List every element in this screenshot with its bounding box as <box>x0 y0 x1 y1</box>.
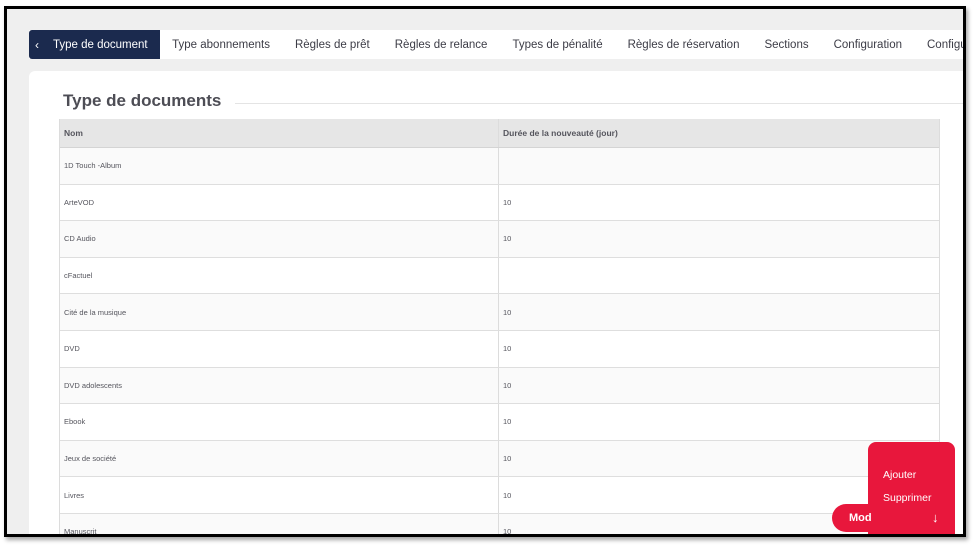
title-divider <box>235 103 963 104</box>
cell-nom: ArteVOD <box>60 184 499 221</box>
cell-nom: Livres <box>60 477 499 513</box>
table-row[interactable]: Livres 10 <box>60 477 939 514</box>
tab-label: Types de pénalité <box>512 38 603 51</box>
menu-item-ajouter[interactable]: Ajouter <box>883 469 916 481</box>
modify-button-label: Mod <box>849 512 872 524</box>
cell-nom: Jeux de société <box>60 440 499 477</box>
tab-regles-de-reservation[interactable]: Règles de réservation <box>615 30 752 59</box>
table-row[interactable]: ArteVOD 10 <box>60 184 939 222</box>
tab-configuration[interactable]: Configuration <box>821 30 914 59</box>
tab-label: Type de document <box>53 38 148 51</box>
cell-nom: CD Audio <box>60 221 499 257</box>
table-row[interactable]: cFactuel <box>60 257 939 295</box>
cell-duree: 10 <box>503 197 512 207</box>
cell-nom: Manuscrit <box>60 513 499 534</box>
cell-duree <box>499 258 939 294</box>
table-row[interactable]: CD Audio 10 <box>60 221 939 258</box>
cell-nom: Ebook <box>60 404 499 440</box>
cell-nom: Cité de la musique <box>60 294 499 330</box>
tab-regles-de-relance[interactable]: Règles de relance <box>382 30 500 59</box>
table-row[interactable]: Cité de la musique 10 <box>60 294 939 331</box>
table-header: Nom Durée de la nouveauté (jour) <box>60 119 939 148</box>
cell-nom: DVD <box>60 330 499 367</box>
tab-sections[interactable]: Sections <box>752 30 821 59</box>
table-row[interactable]: DVD adolescents 10 <box>60 367 939 405</box>
tab-label: Configuration Ab <box>927 38 966 51</box>
table-row[interactable]: DVD 10 <box>60 330 939 368</box>
tab-bar: ‹ Type de document Type abonnements Règl… <box>29 30 966 59</box>
tab-type-de-document[interactable]: ‹ Type de document <box>29 30 160 59</box>
cell-duree: 10 <box>503 380 512 390</box>
content-panel: Type de documents Nom Durée de la nouvea… <box>29 71 963 534</box>
tab-types-de-penalite[interactable]: Types de pénalité <box>500 30 615 59</box>
tab-regles-de-pret[interactable]: Règles de prêt <box>282 30 382 59</box>
page-title: Type de documents <box>63 91 222 110</box>
chevron-left-icon[interactable]: ‹ <box>35 38 49 52</box>
column-header-duree[interactable]: Durée de la nouveauté (jour) <box>499 119 939 147</box>
table-row[interactable]: Manuscrit 10 <box>60 513 939 534</box>
menu-item-supprimer[interactable]: Supprimer <box>883 492 931 504</box>
arrow-down-icon: ↓ <box>932 510 939 525</box>
tab-label: Règles de relance <box>394 38 488 51</box>
tab-label: Configuration <box>833 38 902 51</box>
table-row[interactable]: Ebook 10 <box>60 404 939 441</box>
column-header-nom[interactable]: Nom <box>60 119 499 147</box>
cell-nom: cFactuel <box>60 257 499 294</box>
cell-duree: 10 <box>503 344 512 354</box>
cell-duree: 10 <box>503 307 512 317</box>
app-window: ‹ Type de document Type abonnements Règl… <box>4 6 966 537</box>
cell-duree <box>499 148 939 184</box>
document-types-table: Nom Durée de la nouveauté (jour) 1D Touc… <box>59 119 940 534</box>
cell-nom: 1D Touch -Album <box>60 148 499 184</box>
table-body: 1D Touch -Album ArteVOD 10 CD Audio 10 c… <box>60 148 939 534</box>
modify-button[interactable]: Mod ↓ <box>832 504 954 532</box>
tab-label: Type abonnements <box>172 38 270 51</box>
cell-duree: 10 <box>503 234 512 244</box>
tab-configuration-ab[interactable]: Configuration Ab <box>915 30 966 59</box>
table-row[interactable]: 1D Touch -Album <box>60 148 939 185</box>
tab-label: Règles de réservation <box>627 38 740 51</box>
tab-label: Règles de prêt <box>294 38 370 51</box>
cell-duree: 10 <box>503 417 512 427</box>
table-row[interactable]: Jeux de société 10 <box>60 440 939 478</box>
tab-label: Sections <box>764 38 809 51</box>
cell-nom: DVD adolescents <box>60 367 499 404</box>
tab-type-abonnements[interactable]: Type abonnements <box>160 30 283 59</box>
